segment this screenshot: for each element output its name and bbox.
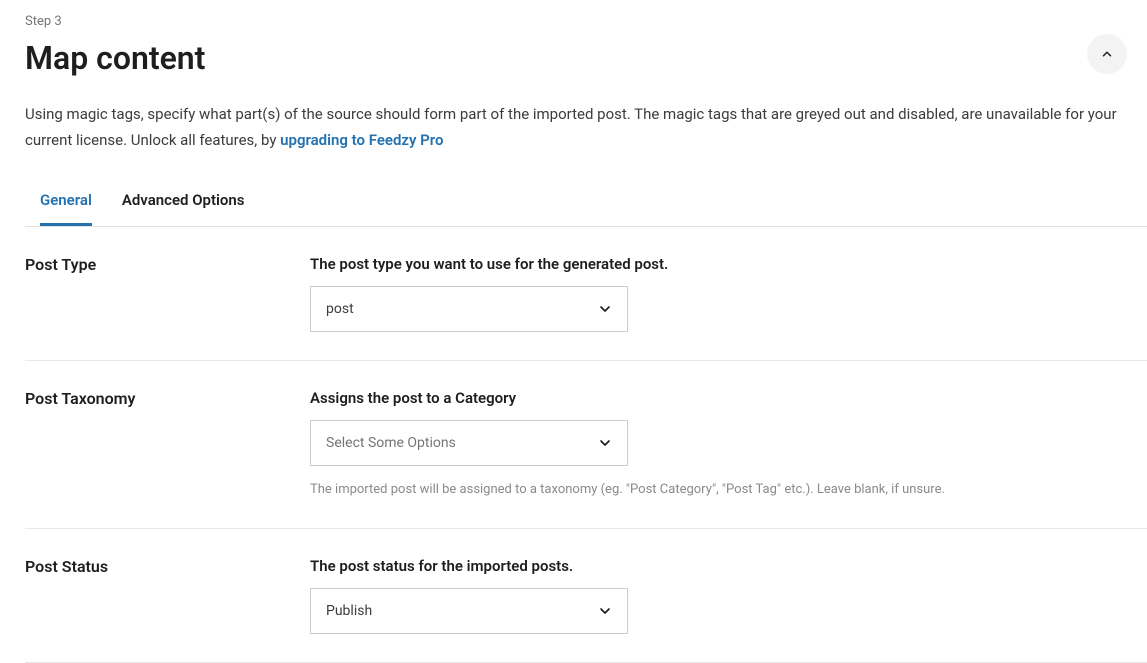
post-type-select[interactable]: post bbox=[310, 286, 628, 332]
page-title: Map content bbox=[25, 39, 205, 77]
chevron-down-icon bbox=[597, 603, 613, 619]
collapse-button[interactable] bbox=[1087, 34, 1127, 74]
step-label: Step 3 bbox=[25, 14, 1147, 29]
field-row-post-status: Post Status The post status for the impo… bbox=[25, 529, 1147, 663]
field-label-post-taxonomy: Post Taxonomy bbox=[25, 389, 310, 500]
field-desc-post-taxonomy: Assigns the post to a Category bbox=[310, 389, 1147, 407]
tabs: General Advanced Options bbox=[25, 183, 1147, 227]
field-help-post-taxonomy: The imported post will be assigned to a … bbox=[310, 480, 1147, 500]
field-label-post-type: Post Type bbox=[25, 255, 310, 332]
field-desc-post-status: The post status for the imported posts. bbox=[310, 557, 1147, 575]
field-row-post-type: Post Type The post type you want to use … bbox=[25, 227, 1147, 361]
tab-general[interactable]: General bbox=[40, 183, 92, 226]
chevron-down-icon bbox=[597, 435, 613, 451]
chevron-up-icon bbox=[1100, 47, 1114, 61]
field-row-post-taxonomy: Post Taxonomy Assigns the post to a Cate… bbox=[25, 361, 1147, 529]
field-desc-post-type: The post type you want to use for the ge… bbox=[310, 255, 1147, 273]
tab-advanced-options[interactable]: Advanced Options bbox=[122, 183, 245, 226]
post-taxonomy-select[interactable]: Select Some Options bbox=[310, 420, 628, 466]
intro-text: Using magic tags, specify what part(s) o… bbox=[25, 102, 1147, 153]
upgrade-link[interactable]: upgrading to Feedzy Pro bbox=[280, 131, 443, 149]
post-status-select[interactable]: Publish bbox=[310, 588, 628, 634]
chevron-down-icon bbox=[597, 301, 613, 317]
field-label-post-status: Post Status bbox=[25, 557, 310, 634]
